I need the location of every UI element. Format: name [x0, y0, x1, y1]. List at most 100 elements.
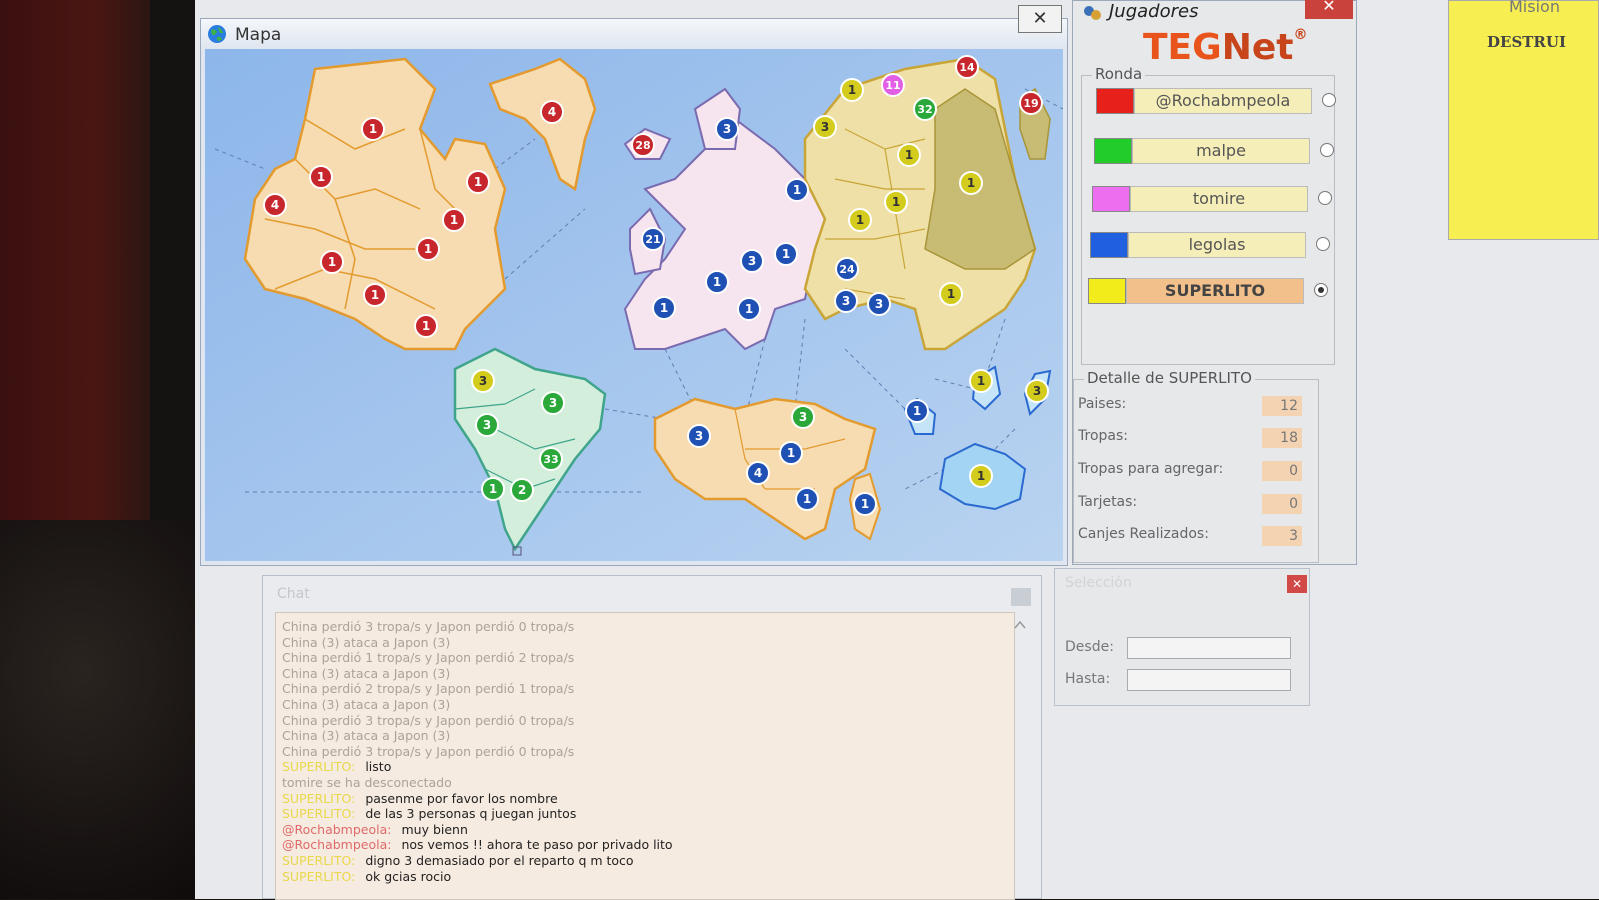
map-close-button[interactable]: ✕	[1018, 5, 1062, 33]
chat-sender: SUPERLITO:	[282, 759, 356, 775]
map-titlebar[interactable]: Mapa	[201, 19, 1067, 49]
player-color-swatch	[1094, 138, 1132, 164]
detail-row: Paises: 12	[1078, 396, 1308, 418]
army-count: 3	[549, 396, 557, 410]
player-row[interactable]: SUPERLITO	[1088, 278, 1328, 306]
chat-sender: SUPERLITO:	[282, 806, 356, 822]
detail-row: Tarjetas: 0	[1078, 494, 1308, 516]
army-count: 1	[371, 288, 379, 302]
chat-line: SUPERLITO: digno 3 demasiado por el repar…	[282, 853, 634, 868]
logo-teg: TEG	[1143, 27, 1222, 68]
army-count: 3	[483, 418, 491, 432]
army-count: 1	[422, 319, 430, 333]
player-row[interactable]: tomire	[1092, 186, 1332, 214]
scroll-up-arrow-icon[interactable]	[1014, 620, 1026, 629]
chat-close-button[interactable]	[1011, 588, 1031, 606]
chat-line: China perdió 1 tropa/s y Japon perdió 2 …	[282, 650, 575, 666]
army-count: 1	[745, 302, 753, 316]
chat-line: China perdió 3 tropa/s y Japon perdió 0 …	[282, 743, 575, 759]
army-count: 3	[748, 254, 756, 268]
detail-row-value: 0	[1262, 461, 1302, 481]
chat-line: China (3) ataca a Japon (3)	[282, 665, 451, 681]
chat-line: China (3) ataca a Japon (3)	[282, 697, 451, 712]
player-radio[interactable]	[1318, 191, 1332, 205]
army-count: 21	[645, 233, 660, 246]
selection-close-button[interactable]: ✕	[1287, 575, 1307, 593]
army-count: 1	[856, 213, 864, 227]
army-count: 33	[543, 453, 558, 466]
detail-row: Tropas para agregar: 0	[1078, 461, 1308, 483]
player-color-swatch	[1092, 186, 1130, 212]
player-row[interactable]: malpe	[1094, 138, 1334, 166]
player-color-swatch	[1090, 232, 1128, 258]
army-count: 3	[821, 120, 829, 134]
players-icon	[1084, 6, 1101, 20]
player-color-swatch	[1088, 278, 1126, 304]
player-name: malpe	[1132, 138, 1310, 164]
chat-sender: SUPERLITO:	[282, 868, 356, 884]
chat-message: ok gcias rocio	[365, 868, 452, 884]
army-count: 1	[977, 374, 985, 388]
chat-log[interactable]: China perdió 3 tropa/s y Japon perdió 0 …	[275, 612, 1015, 900]
army-count: 28	[635, 139, 650, 152]
mission-window: Mision DESTRUI	[1448, 0, 1599, 240]
to-field[interactable]	[1127, 669, 1291, 691]
chat-line: SUPERLITO: pasenme por favor los nombre	[282, 791, 558, 806]
mission-window-title: Mision	[1509, 0, 1560, 16]
player-name: SUPERLITO	[1126, 278, 1304, 304]
from-field[interactable]	[1127, 637, 1291, 659]
army-count: 1	[782, 247, 790, 261]
army-count: 1	[913, 404, 921, 418]
army-count: 3	[695, 429, 703, 443]
player-radio[interactable]	[1314, 283, 1328, 297]
players-close-button[interactable]: ✕	[1305, 0, 1353, 19]
map-window-title: Mapa	[235, 25, 282, 45]
logo-reg: ®	[1293, 27, 1308, 43]
army-count: 1	[793, 183, 801, 197]
detail-row-value: 18	[1262, 428, 1302, 448]
chat-message: pasenme por favor los nombre	[365, 790, 558, 806]
player-radio[interactable]	[1320, 143, 1334, 157]
round-group: Ronda @Rochabmpeola malpe tomire legolas…	[1081, 65, 1336, 365]
detail-row-label: Paises:	[1078, 396, 1127, 412]
army-count: 19	[1023, 97, 1038, 110]
player-color-swatch	[1096, 88, 1134, 114]
detail-group: Detalle de SUPERLITO Paises: 12 Tropas: …	[1073, 369, 1319, 563]
players-window-title: Jugadores	[1109, 1, 1199, 22]
world-map: 141 14111112832111311 1243 31 11141933211111…	[205, 49, 1063, 561]
globe-icon	[208, 25, 226, 43]
army-count: 1	[803, 492, 811, 506]
chat-line: SUPERLITO: ok gcias rocio	[282, 869, 451, 884]
chat-message: listo	[365, 759, 392, 775]
chat-line: China perdió 3 tropa/s y Japon perdió 0 …	[282, 712, 575, 728]
detail-row-label: Tarjetas:	[1078, 494, 1138, 510]
army-count: 1	[947, 287, 955, 301]
detail-row-label: Tropas:	[1078, 428, 1128, 444]
player-radio[interactable]	[1316, 237, 1330, 251]
player-row[interactable]: legolas	[1090, 232, 1330, 260]
chat-message: muy bienn	[401, 821, 468, 837]
logo-net: Net	[1221, 27, 1294, 68]
selection-window-title: Selección	[1065, 575, 1132, 591]
army-count: 3	[875, 297, 883, 311]
player-name: @Rochabmpeola	[1134, 88, 1312, 114]
detail-row-value: 0	[1262, 494, 1302, 514]
army-count: 11	[885, 79, 900, 92]
mission-text: DESTRUI	[1487, 33, 1566, 51]
army-count: 4	[548, 105, 556, 119]
chat-line: China perdió 2 tropa/s y Japon perdió 1 …	[282, 681, 575, 697]
army-count: 1	[328, 255, 336, 269]
army-count: 1	[713, 275, 721, 289]
player-name: tomire	[1130, 186, 1308, 212]
player-radio[interactable]	[1322, 93, 1336, 107]
chat-scrollbar[interactable]	[1011, 616, 1029, 886]
player-row[interactable]: @Rochabmpeola	[1096, 88, 1336, 116]
army-count: 32	[917, 103, 932, 116]
detail-row-label: Canjes Realizados:	[1078, 526, 1209, 542]
army-count: 3	[479, 374, 487, 388]
chat-line: China (3) ataca a Japon (3)	[282, 728, 451, 744]
chat-line: China perdió 3 tropa/s y Japon perdió 0 …	[282, 619, 575, 634]
chat-sender: @Rochabmpeola:	[282, 837, 392, 853]
chat-window-title: Chat	[277, 586, 310, 602]
map-window: Mapa ✕ 1 4 1 1 4 1 1 1 1 1 28 3 21 1 1 3…	[200, 5, 1068, 566]
